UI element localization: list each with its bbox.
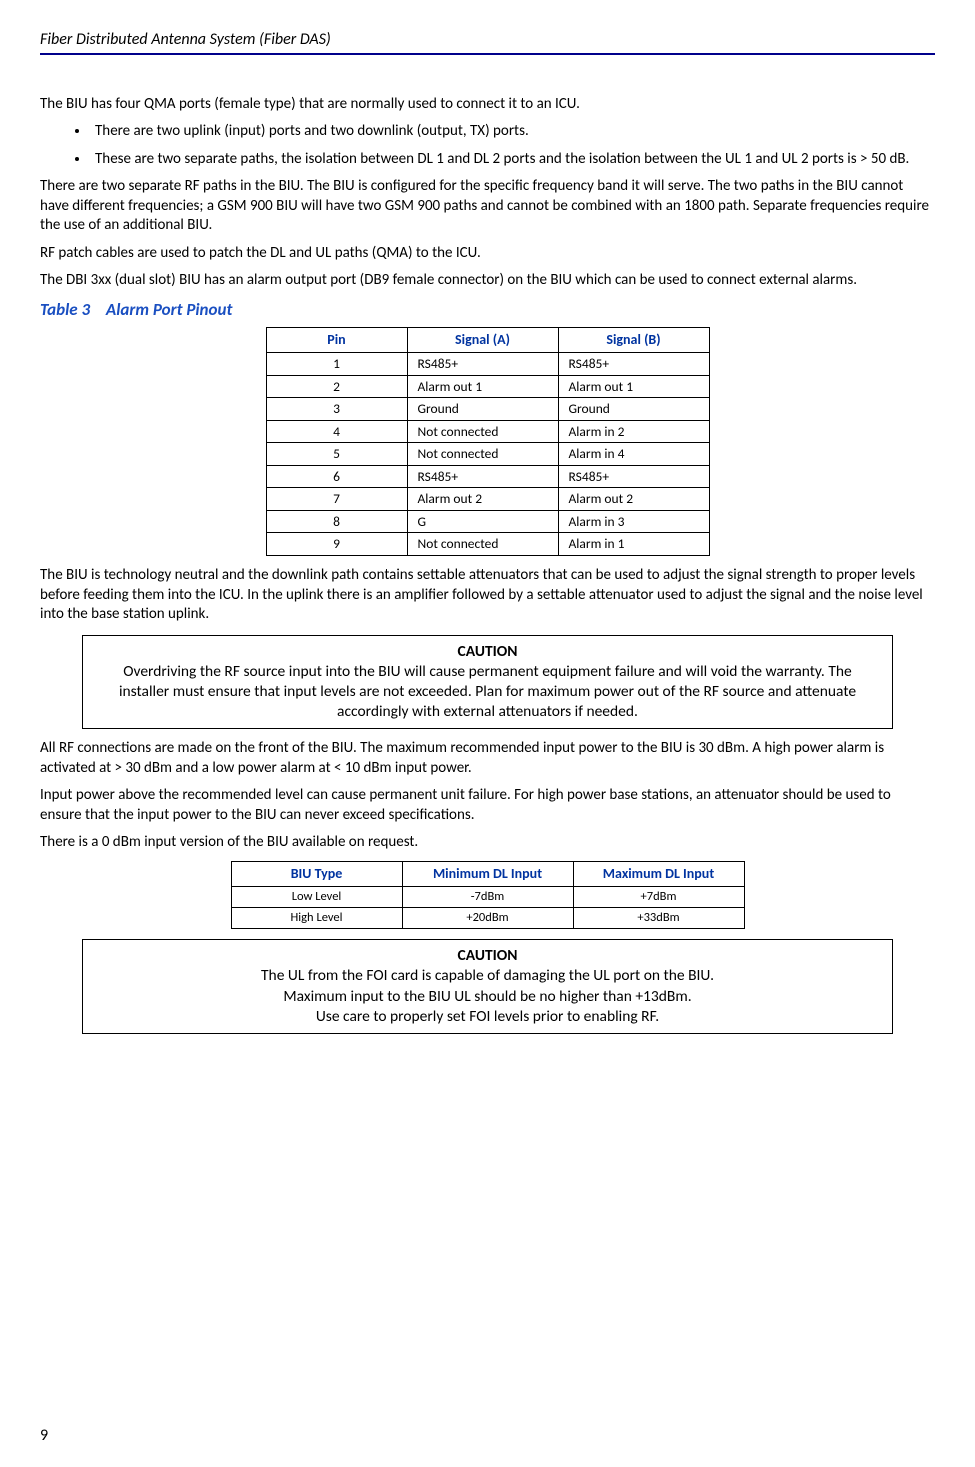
page-number: 9 [40, 1426, 48, 1447]
running-header: Fiber Distributed Antenna System (Fiber … [40, 30, 935, 55]
bullet-list: There are two uplink (input) ports and t… [40, 122, 935, 169]
cell: Not connected [407, 533, 558, 556]
cell: High Level [231, 908, 402, 929]
cell: RS485+ [407, 353, 558, 376]
paragraph: The DBI 3xx (dual slot) BIU has an alarm… [40, 271, 935, 291]
table-row: 4Not connectedAlarm in 2 [266, 420, 709, 443]
table-row: 3GroundGround [266, 398, 709, 421]
cell: RS485+ [407, 465, 558, 488]
caution-label: CAUTION [103, 946, 873, 966]
column-header: Signal (B) [558, 327, 709, 352]
column-header: Pin [266, 327, 407, 352]
cell: Alarm out 2 [407, 488, 558, 511]
cell: Alarm in 3 [558, 510, 709, 533]
alarm-pinout-table: Pin Signal (A) Signal (B) 1RS485+RS485+ … [266, 327, 710, 556]
caution-line: Maximum input to the BIU UL should be no… [103, 987, 873, 1007]
cell: 7 [266, 488, 407, 511]
cell: Not connected [407, 420, 558, 443]
cell: 6 [266, 465, 407, 488]
column-header: Minimum DL Input [402, 861, 573, 886]
table-row: 6RS485+RS485+ [266, 465, 709, 488]
cell: Alarm out 2 [558, 488, 709, 511]
table-row: 2Alarm out 1Alarm out 1 [266, 375, 709, 398]
list-item: There are two uplink (input) ports and t… [90, 122, 935, 142]
cell: Alarm out 1 [407, 375, 558, 398]
cell: 9 [266, 533, 407, 556]
cell: Ground [558, 398, 709, 421]
table-row: 7Alarm out 2Alarm out 2 [266, 488, 709, 511]
caution-callout: CAUTION The UL from the FOI card is capa… [82, 939, 894, 1034]
cell: Low Level [231, 886, 402, 907]
cell: RS485+ [558, 465, 709, 488]
cell: G [407, 510, 558, 533]
table-caption: Table 3 Alarm Port Pinout [40, 299, 935, 321]
cell: +20dBm [402, 908, 573, 929]
table-row: High Level+20dBm+33dBm [231, 908, 744, 929]
caution-body: Overdriving the RF source input into the… [103, 662, 873, 722]
table-number: Table 3 [40, 299, 90, 320]
cell: Alarm in 4 [558, 443, 709, 466]
table-row: 1RS485+RS485+ [266, 353, 709, 376]
table-header-row: Pin Signal (A) Signal (B) [266, 327, 709, 352]
cell: Alarm out 1 [558, 375, 709, 398]
table-row: 9Not connectedAlarm in 1 [266, 533, 709, 556]
cell: 8 [266, 510, 407, 533]
cell: +7dBm [573, 886, 744, 907]
list-item: These are two separate paths, the isolat… [90, 150, 935, 170]
table-header-row: BIU Type Minimum DL Input Maximum DL Inp… [231, 861, 744, 886]
cell: 5 [266, 443, 407, 466]
paragraph: The BIU is technology neutral and the do… [40, 566, 935, 625]
cell: 3 [266, 398, 407, 421]
column-header: Maximum DL Input [573, 861, 744, 886]
cell: +33dBm [573, 908, 744, 929]
paragraph: Input power above the recommended level … [40, 786, 935, 825]
column-header: Signal (A) [407, 327, 558, 352]
caution-line: The UL from the FOI card is capable of d… [103, 966, 873, 986]
table-row: Low Level-7dBm+7dBm [231, 886, 744, 907]
caution-label: CAUTION [103, 642, 873, 662]
paragraph: RF patch cables are used to patch the DL… [40, 244, 935, 264]
caution-line: Use care to properly set FOI levels prio… [103, 1007, 873, 1027]
table-row: 8GAlarm in 3 [266, 510, 709, 533]
biu-input-table: BIU Type Minimum DL Input Maximum DL Inp… [231, 861, 745, 930]
table-row: 5Not connectedAlarm in 4 [266, 443, 709, 466]
table-title-text: Alarm Port Pinout [106, 299, 232, 320]
paragraph: All RF connections are made on the front… [40, 739, 935, 778]
cell: Alarm in 2 [558, 420, 709, 443]
cell: Not connected [407, 443, 558, 466]
cell: 4 [266, 420, 407, 443]
cell: -7dBm [402, 886, 573, 907]
cell: Ground [407, 398, 558, 421]
column-header: BIU Type [231, 861, 402, 886]
paragraph: There is a 0 dBm input version of the BI… [40, 833, 935, 853]
paragraph: There are two separate RF paths in the B… [40, 177, 935, 236]
paragraph: The BIU has four QMA ports (female type)… [40, 95, 935, 115]
caution-callout: CAUTION Overdriving the RF source input … [82, 635, 894, 730]
cell: RS485+ [558, 353, 709, 376]
cell: 2 [266, 375, 407, 398]
cell: Alarm in 1 [558, 533, 709, 556]
cell: 1 [266, 353, 407, 376]
